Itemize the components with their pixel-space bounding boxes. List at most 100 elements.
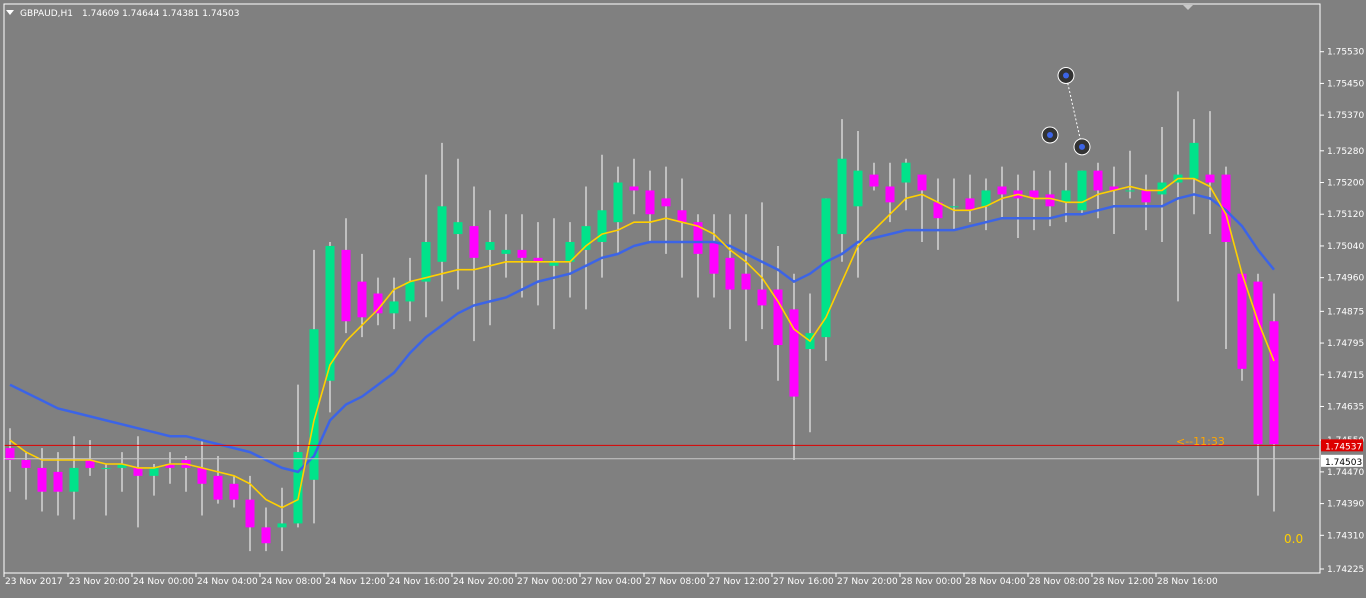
time-tick-label: 27 Nov 20:00	[837, 577, 898, 587]
candle-body	[725, 257, 735, 290]
candles-layer	[5, 91, 1279, 552]
price-tick-label: 1.74390	[1327, 500, 1364, 510]
price-tick-label: 1.74225	[1327, 565, 1364, 575]
chevron-down-icon[interactable]	[6, 10, 14, 15]
candle-body	[677, 210, 687, 223]
candle-body	[245, 499, 255, 528]
candle-body	[5, 448, 15, 460]
time-tick-label: 28 Nov 04:00	[965, 577, 1026, 587]
time-tick-label: 28 Nov 00:00	[901, 577, 962, 587]
time-tick-label: 27 Nov 04:00	[581, 577, 642, 587]
ohlc-values: 1.74609 1.74644 1.74381 1.74503	[82, 9, 239, 19]
price-tick-label: 1.74715	[1327, 371, 1364, 381]
candle-body	[469, 226, 479, 258]
candle-body	[1237, 273, 1247, 369]
candle-body	[709, 241, 719, 274]
candle-body	[613, 182, 623, 223]
candle-body	[757, 289, 767, 306]
candle-body	[453, 222, 463, 235]
price-tick-label: 1.75450	[1327, 79, 1364, 89]
price-tick-label: 1.74470	[1327, 468, 1364, 478]
price-axis-layer: 1.75530 1.75450 1.75370 1.75280 1.75200 1.751…	[3, 3, 1364, 575]
candle-body	[661, 198, 671, 207]
candle-countdown: <--11:33	[1176, 435, 1225, 448]
candle-body	[389, 301, 399, 314]
ask-price-label: 1.74503	[1325, 458, 1362, 468]
price-tick-label: 1.74875	[1327, 307, 1364, 317]
candle-body	[869, 174, 879, 187]
time-tick-label: 24 Nov 08:00	[261, 577, 322, 587]
candle-body	[917, 174, 927, 191]
time-tick-label: 28 Nov 08:00	[1029, 577, 1090, 587]
candle-body	[517, 249, 527, 258]
time-tick-label: 28 Nov 12:00	[1093, 577, 1154, 587]
time-tick-label: 24 Nov 00:00	[133, 577, 194, 587]
candle-body	[197, 467, 207, 484]
price-chart[interactable]: 1.75530 1.75450 1.75370 1.75280 1.75200 1.751…	[0, 0, 1366, 594]
candle-body	[485, 241, 495, 250]
candle-body	[901, 162, 911, 183]
price-tick-label: 1.75200	[1327, 179, 1364, 189]
time-tick-label: 24 Nov 20:00	[453, 577, 514, 587]
candle-body	[949, 206, 959, 208]
candle-body	[133, 467, 143, 476]
candle-body	[421, 241, 431, 282]
candle-body	[1205, 174, 1215, 183]
candle-body	[229, 483, 239, 500]
time-tick-label: 27 Nov 08:00	[645, 577, 706, 587]
scroll-marker-icon[interactable]	[1183, 5, 1193, 10]
chart-header: GBPAUD,H1 1.74609 1.74644 1.74381 1.7450…	[6, 5, 1193, 19]
candle-body	[853, 170, 863, 207]
candle-body	[1045, 194, 1055, 207]
candle-body	[1061, 190, 1071, 203]
ma-fast-line	[9, 177, 1275, 509]
time-tick-label: 28 Nov 16:00	[1157, 577, 1218, 587]
trade-arrows-layer	[1041, 66, 1091, 156]
indicator-value: 0.0	[1284, 532, 1303, 546]
plot-frame	[3, 3, 1321, 574]
trade-connector-line	[1065, 75, 1083, 147]
ma-slow-line	[9, 193, 1275, 474]
trade-arrow-dot	[1079, 143, 1085, 150]
moving-averages-layer	[9, 177, 1275, 509]
price-tick-label: 1.74960	[1327, 274, 1364, 284]
candle-body	[37, 467, 47, 492]
candle-body	[1189, 142, 1199, 179]
candle-body	[741, 273, 751, 290]
time-tick-label: 24 Nov 16:00	[389, 577, 450, 587]
candle-body	[437, 206, 447, 262]
candle-body	[357, 281, 367, 318]
price-tick-label: 1.75280	[1327, 147, 1364, 157]
price-tick-label: 1.75040	[1327, 242, 1364, 252]
time-tick-label: 24 Nov 04:00	[197, 577, 258, 587]
symbol-label: GBPAUD,H1	[20, 9, 73, 19]
bid-price-label: 1.74537	[1325, 442, 1362, 452]
candle-body	[997, 186, 1007, 195]
price-tick-label: 1.74795	[1327, 339, 1364, 349]
time-tick-label: 27 Nov 16:00	[773, 577, 834, 587]
candle-body	[1269, 321, 1279, 445]
candle-body	[1093, 170, 1103, 191]
price-tick-label: 1.75530	[1327, 48, 1364, 58]
price-tick-label: 1.75120	[1327, 210, 1364, 220]
candle-body	[645, 190, 655, 215]
candle-body	[629, 186, 639, 191]
candle-body	[101, 467, 111, 469]
candle-body	[1253, 281, 1263, 445]
candle-body	[885, 186, 895, 203]
candle-body	[965, 198, 975, 211]
time-axis-layer: 23 Nov 2017 23 Nov 20:00 24 Nov 00:00 24 No…	[3, 573, 1218, 587]
candle-body	[341, 249, 351, 322]
time-tick-label: 24 Nov 12:00	[325, 577, 386, 587]
candle-body	[53, 471, 63, 492]
chart-canvas[interactable]: 1.75530 1.75450 1.75370 1.75280 1.75200 1.751…	[0, 0, 1366, 594]
candle-body	[1141, 190, 1151, 203]
trade-arrow-dot	[1063, 72, 1069, 79]
candle-body	[1077, 170, 1087, 211]
candle-body	[69, 467, 79, 492]
candle-body	[21, 459, 31, 468]
time-tick-label: 27 Nov 12:00	[709, 577, 770, 587]
candle-body	[261, 527, 271, 544]
candle-body	[1125, 190, 1135, 192]
candle-body	[149, 467, 159, 476]
